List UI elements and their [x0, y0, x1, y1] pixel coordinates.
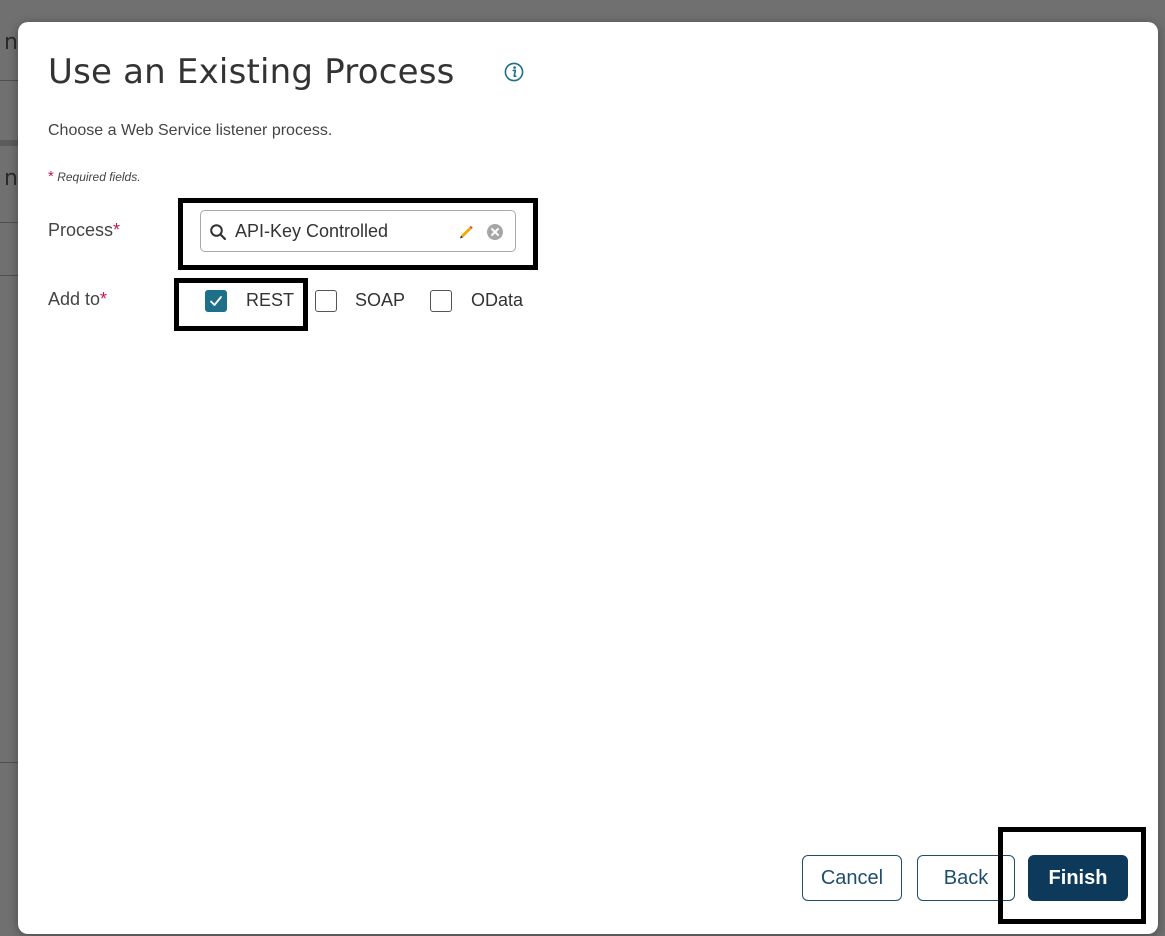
- odata-checkbox-label[interactable]: OData: [471, 290, 523, 311]
- pencil-icon[interactable]: [457, 222, 475, 240]
- process-label: Process*: [48, 220, 120, 241]
- background-divider: [0, 275, 20, 276]
- background-bar: [0, 140, 20, 146]
- add-to-label: Add to*: [48, 289, 107, 310]
- background-divider: [0, 80, 20, 81]
- background-divider: [0, 762, 20, 763]
- process-value: API-Key Controlled: [235, 221, 389, 241]
- odata-checkbox[interactable]: [430, 290, 452, 312]
- finish-button[interactable]: Finish: [1028, 855, 1128, 901]
- required-star: *: [100, 289, 108, 309]
- background-text-fragment: n: [4, 30, 18, 55]
- rest-checkbox-label[interactable]: REST: [246, 290, 294, 311]
- background-divider: [0, 222, 20, 223]
- clear-icon[interactable]: [486, 223, 504, 241]
- process-label-text: Process: [48, 220, 114, 240]
- required-star: *: [48, 168, 54, 185]
- checkmark-icon: [210, 296, 222, 306]
- search-icon: [210, 224, 227, 241]
- required-fields-note: * Required fields.: [48, 168, 141, 185]
- dialog-title: Use an Existing Process: [48, 52, 455, 92]
- info-icon[interactable]: [504, 62, 524, 82]
- dialog-subtitle: Choose a Web Service listener process.: [48, 122, 333, 139]
- process-search-input[interactable]: API-Key Controlled: [200, 210, 516, 252]
- cancel-button[interactable]: Cancel: [802, 855, 902, 901]
- soap-checkbox-label[interactable]: SOAP: [355, 290, 405, 311]
- add-to-label-text: Add to: [48, 289, 101, 309]
- rest-checkbox[interactable]: [205, 290, 227, 312]
- soap-checkbox[interactable]: [315, 290, 337, 312]
- background-text-fragment: n: [4, 166, 18, 191]
- use-existing-process-dialog: Use an Existing Process Choose a Web Ser…: [18, 22, 1158, 934]
- required-star: *: [113, 220, 121, 240]
- required-note-text: Required fields.: [57, 170, 141, 184]
